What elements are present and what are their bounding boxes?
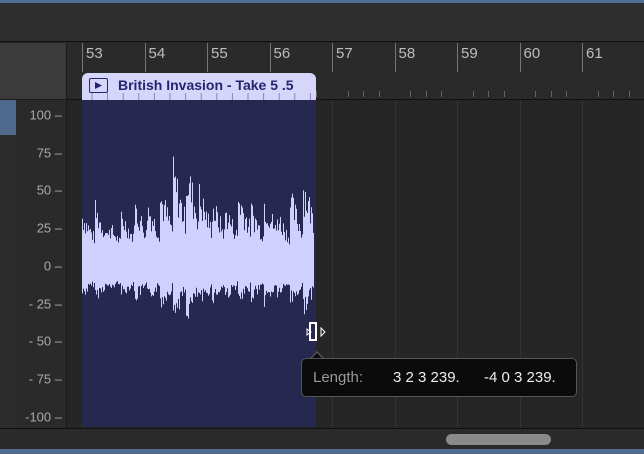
amplitude-label: 0 – xyxy=(43,258,62,274)
ruler-bar-53[interactable]: 53 xyxy=(82,43,103,72)
amplitude-label: 75 – xyxy=(36,145,62,161)
ruler-bar-58[interactable]: 58 xyxy=(394,43,415,72)
ruler-tick xyxy=(597,91,599,97)
ruler-tick xyxy=(488,91,490,97)
ruler-bar-55[interactable]: 55 xyxy=(207,43,228,72)
tooltip-value-1: 3 2 3 239. xyxy=(393,369,460,386)
horizontal-scrollbar[interactable] xyxy=(0,428,644,450)
ruler-tick xyxy=(410,91,412,97)
waveform xyxy=(82,156,314,319)
audio-region-header[interactable]: British Invasion - Take 5 .5 xyxy=(82,73,316,100)
amplitude-label: -100 – xyxy=(25,409,62,425)
ruler-tick xyxy=(441,91,443,97)
amplitude-label: - 75 – xyxy=(28,371,62,387)
ruler-tick xyxy=(550,91,552,97)
amplitude-axis: 100 – 75 – 50 – 25 – 0 – - 25 – - 50 – - 75 – -1… xyxy=(17,100,67,428)
ruler-tick xyxy=(425,91,427,97)
audio-region[interactable] xyxy=(82,100,316,427)
ruler-tick xyxy=(378,91,380,97)
track-strip[interactable] xyxy=(0,100,18,428)
ruler-tick xyxy=(566,91,568,97)
track-header-corner xyxy=(0,43,67,100)
tooltip-value-2: -4 0 3 239. xyxy=(484,369,556,386)
ruler-bar-54[interactable]: 54 xyxy=(144,43,165,72)
ruler-bar-60[interactable]: 60 xyxy=(519,43,540,72)
ruler-bar-59[interactable]: 59 xyxy=(457,43,478,72)
resize-region-end-icon xyxy=(306,321,328,348)
ruler-tick xyxy=(316,91,318,97)
selected-track-indicator[interactable] xyxy=(0,100,16,135)
region-ticks xyxy=(91,93,311,100)
length-tooltip: Length: 3 2 3 239. -4 0 3 239. xyxy=(301,358,577,397)
bottom-border xyxy=(0,449,644,454)
ruler-tick xyxy=(535,91,537,97)
ruler-tick xyxy=(363,91,365,97)
region-title: British Invasion - Take 5 .5 xyxy=(118,77,294,93)
ruler-bar-57[interactable]: 57 xyxy=(332,43,353,72)
ruler-tick xyxy=(628,91,630,97)
amplitude-label: - 50 – xyxy=(28,333,62,349)
ruler-bar-61[interactable]: 61 xyxy=(582,43,603,72)
play-region-icon[interactable] xyxy=(89,78,108,93)
scrollbar-thumb[interactable] xyxy=(446,434,551,445)
amplitude-label: 50 – xyxy=(36,182,62,198)
ruler-bar-56[interactable]: 56 xyxy=(269,43,290,72)
amplitude-label: 100 – xyxy=(29,107,62,123)
amplitude-label: - 25 – xyxy=(28,296,62,311)
bar-gridline xyxy=(582,100,583,428)
ruler-tick xyxy=(472,91,474,97)
ruler-tick xyxy=(613,91,615,97)
ruler-tick xyxy=(503,91,505,97)
tooltip-label: Length: xyxy=(313,369,364,386)
amplitude-label: 25 – xyxy=(36,220,62,236)
ruler-tick xyxy=(347,91,349,97)
toolbar xyxy=(0,0,644,42)
